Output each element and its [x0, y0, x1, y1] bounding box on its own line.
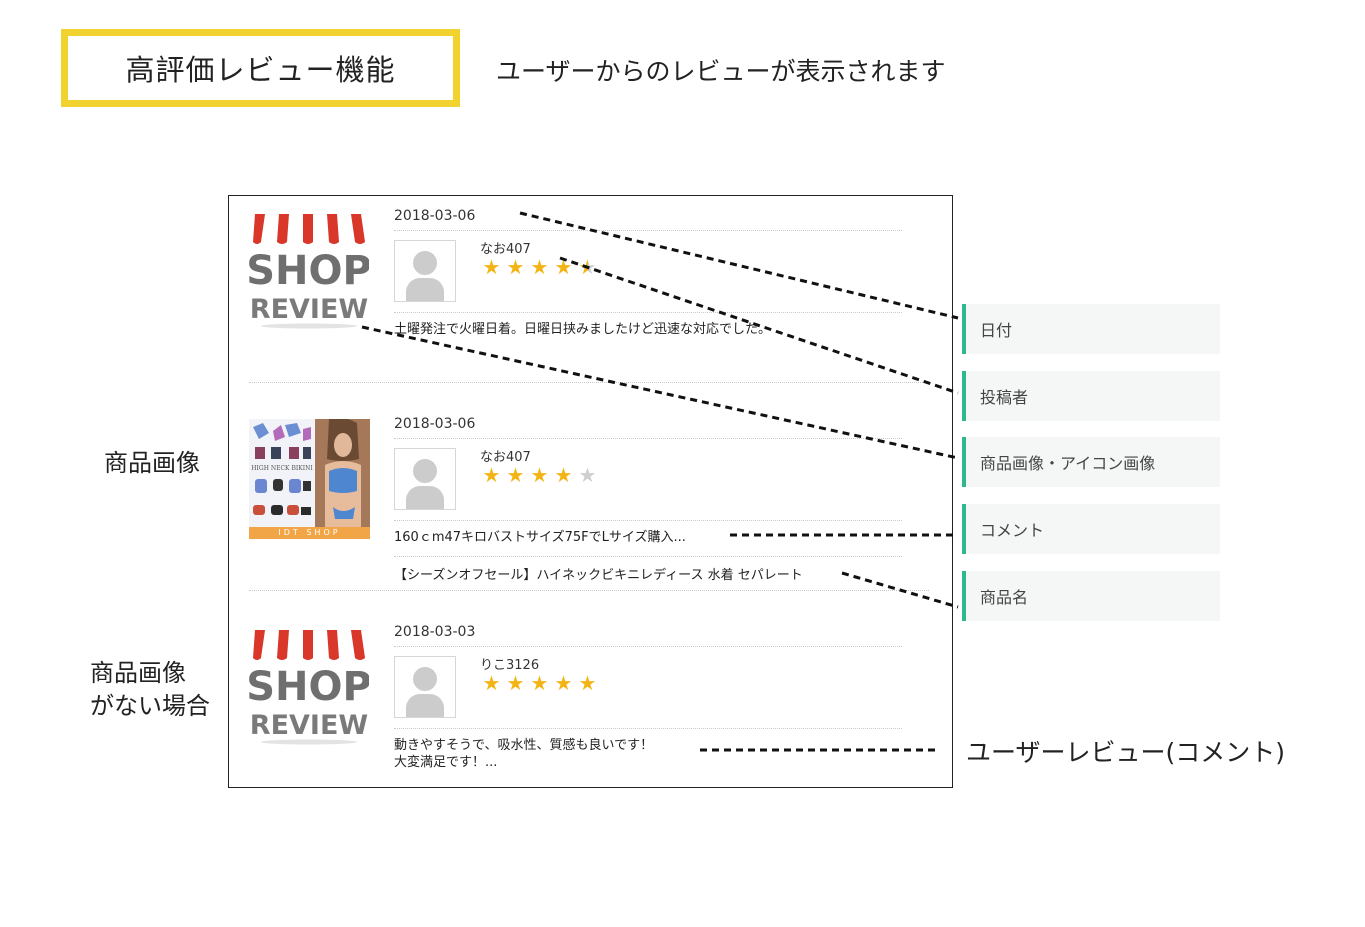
- leader-image: [361, 325, 959, 460]
- leader-poster: [559, 256, 959, 395]
- leader-lines: [361, 211, 959, 752]
- leader-product-name: [841, 571, 959, 609]
